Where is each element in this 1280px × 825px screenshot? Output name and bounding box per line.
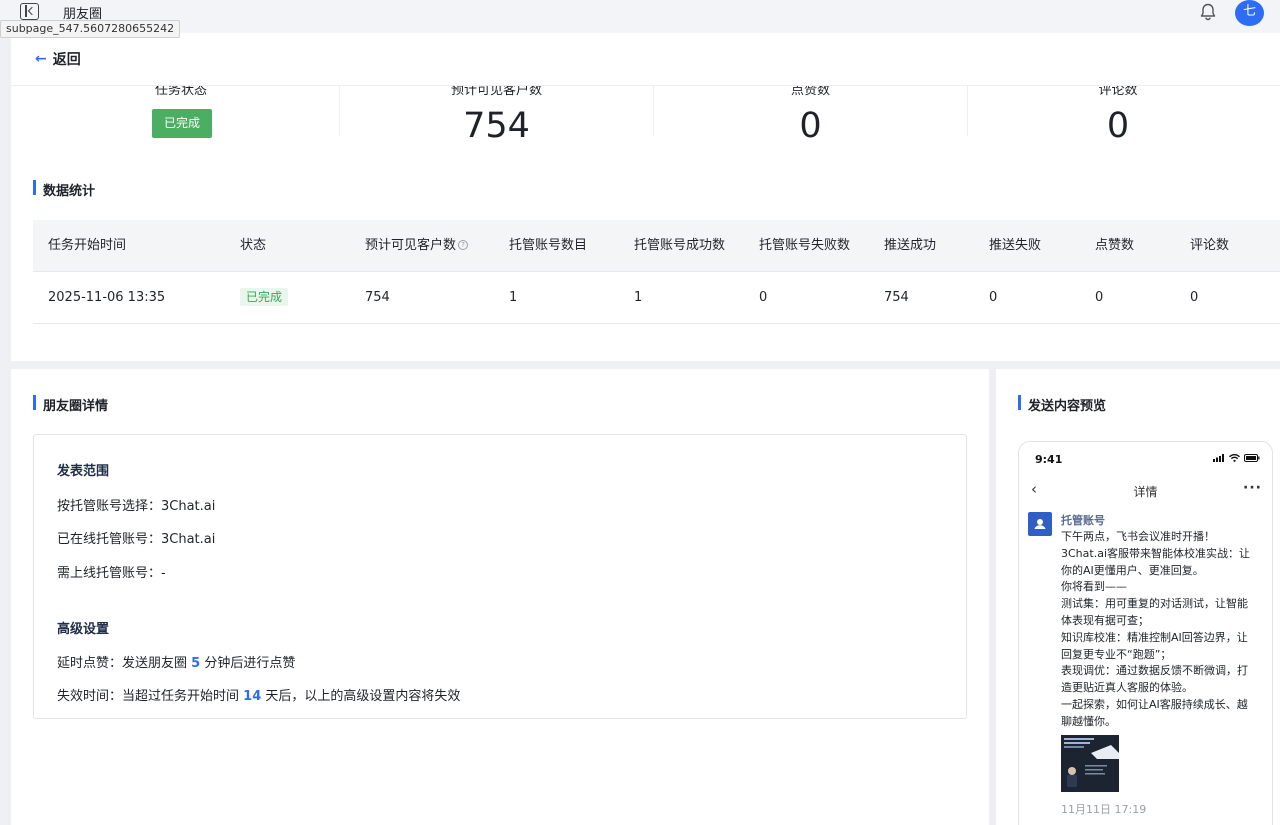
post-line: 回复更专业不“跑题”； (1061, 647, 1172, 661)
scope-by-account: 按托管账号选择：3Chat.ai (57, 499, 216, 514)
expire-suffix: 天后，以上的高级设置内容将失效 (265, 689, 461, 704)
phone-status-icons (1213, 454, 1260, 462)
column-header: 托管账号成功数 (634, 238, 726, 253)
table-cell: 1 (634, 290, 643, 305)
post-line: 一起探索，如何让AI客服持续成长、越 (1061, 697, 1248, 711)
delay-like-suffix: 分钟后进行点赞 (204, 656, 296, 671)
stat-value: 0 (799, 106, 822, 146)
back-label: 返回 (52, 52, 81, 68)
post-line: 造更贴近真人客服的体验。 (1061, 681, 1193, 695)
post-line: 体表现有据可查； (1061, 613, 1149, 627)
tooltip: subpage_547.5607280655242 (0, 20, 181, 38)
table-cell: 0 (1190, 290, 1199, 305)
advanced-settings-title: 高级设置 (57, 622, 110, 637)
column-header: 推送成功 (884, 238, 937, 253)
stat-value: 754 (463, 106, 530, 146)
post-line: 3Chat.ai客服带来智能体校准实战：让 (1061, 546, 1250, 560)
more-icon[interactable]: ··· (1243, 480, 1262, 496)
section-title-data-stats: 数据统计 (33, 180, 95, 199)
section-title-content-preview: 发送内容预览 (1018, 395, 1106, 414)
post-line: 测试集：用可重复的对话测试，让智能 (1061, 597, 1248, 611)
scope-title: 发表范围 (57, 464, 110, 479)
phone-nav-title: 详情 (1133, 485, 1158, 499)
user-avatar[interactable]: 七 (1235, 0, 1264, 26)
column-header: 预计可见客户数? (365, 220, 469, 272)
post-line: 你将看到—— (1061, 580, 1127, 594)
delay-like-setting: 延时点赞：发送朋友圈 5 分钟后进行点赞 (57, 652, 295, 671)
stat-label: 任务状态 (154, 86, 207, 98)
table-header: 任务开始时间 状态 预计可见客户数? 托管账号数目 托管账号成功数 托管账号失败… (33, 220, 1280, 272)
detail-box: 发表范围 按托管账号选择：3Chat.ai 已在线托管账号：3Chat.ai 需… (33, 434, 967, 719)
stat-likes: 点赞数 0 (654, 86, 967, 190)
summary-panel: ← 返回 任务状态 已完成 预计可见客户数 754 点赞数 0 评论数 0 数据… (11, 33, 1280, 361)
person-icon (1034, 519, 1046, 529)
table-row: 2025-11-06 13:35 已完成 754 1 1 0 754 0 0 0 (33, 272, 1280, 324)
top-bar: 朋友圈 七 (0, 0, 1280, 33)
help-icon[interactable]: ? (458, 240, 469, 250)
post-image-thumbnail (1061, 735, 1119, 792)
post-image[interactable] (1061, 735, 1119, 792)
delay-like-prefix: 延时点赞：发送朋友圈 (57, 656, 188, 671)
signal-icon (1213, 454, 1224, 462)
stat-comments: 评论数 0 (968, 86, 1268, 190)
stat-label: 评论数 (1098, 86, 1138, 98)
post-line: 知识库校准：精准控制AI回答边界，让 (1061, 630, 1248, 644)
post-line: 表现调优：通过数据反馈不断微调，打 (1061, 664, 1248, 678)
table-cell: 754 (884, 290, 909, 305)
wifi-icon (1229, 454, 1240, 462)
table-cell: 754 (365, 290, 390, 305)
sidebar-toggle-icon[interactable] (20, 3, 39, 20)
column-header: 托管账号失败数 (759, 238, 851, 253)
column-header: 评论数 (1190, 238, 1230, 253)
post-line: 下午两点，飞书会议准时开播！ (1061, 530, 1215, 543)
stat-label: 预计可见客户数 (450, 86, 542, 98)
bell-icon[interactable] (1198, 2, 1218, 22)
expire-prefix: 失效时间：当超过任务开始时间 (57, 689, 240, 704)
moments-detail-panel: 朋友圈详情 发表范围 按托管账号选择：3Chat.ai 已在线托管账号：3Cha… (11, 369, 989, 825)
status-badge: 已完成 (240, 288, 289, 306)
phone-clock: 9:41 (1035, 453, 1063, 466)
online-accounts: 已在线托管账号：3Chat.ai (57, 532, 216, 547)
expire-setting: 失效时间：当超过任务开始时间 14 天后，以上的高级设置内容将失效 (57, 685, 460, 704)
stats-row: 任务状态 已完成 预计可见客户数 754 点赞数 0 评论数 0 (23, 86, 1268, 190)
stat-value: 0 (1106, 106, 1130, 146)
stat-label: 点赞数 (790, 86, 830, 98)
phone-nav-bar: ‹ 详情 ··· (1019, 478, 1272, 504)
table-cell: 0 (759, 290, 768, 305)
post-body: 下午两点，飞书会议准时开播！ 3Chat.ai客服带来智能体校准实战：让 你的A… (1061, 529, 1251, 731)
post-author: 托管账号 (1061, 514, 1105, 527)
table-cell: 0 (1095, 290, 1104, 305)
need-online-accounts: 需上线托管账号：- (57, 566, 166, 581)
battery-icon (1244, 454, 1260, 462)
column-header: 推送失败 (989, 238, 1042, 253)
post-line: 你的AI更懂用户、更准回复。 (1061, 563, 1204, 577)
table-cell: 0 (989, 290, 998, 305)
section-title-moments-detail: 朋友圈详情 (33, 395, 108, 414)
delay-like-value: 5 (191, 656, 201, 671)
back-button[interactable]: ← 返回 (35, 49, 81, 69)
content-preview-panel: 发送内容预览 9:41 ‹ 详情 ··· 托管账号 下午两点，飞书会议准时开播！… (996, 369, 1280, 825)
avatar (1028, 512, 1052, 536)
expire-value: 14 (243, 689, 262, 704)
column-header-label: 预计可见客户数 (365, 238, 457, 253)
arrow-left-icon: ← (35, 51, 47, 67)
column-header: 状态 (240, 238, 267, 253)
phone-preview: 9:41 ‹ 详情 ··· 托管账号 下午两点，飞书会议准时开播！ 3Chat.… (1018, 441, 1273, 825)
stat-visible-customers: 预计可见客户数 754 (340, 86, 653, 190)
column-header: 托管账号数目 (509, 238, 588, 253)
table-cell: 已完成 (240, 272, 289, 324)
column-header: 点赞数 (1095, 238, 1135, 253)
post-time: 11月11日 17:19 (1061, 803, 1147, 816)
stat-task-status: 任务状态 已完成 (23, 86, 339, 190)
column-header: 任务开始时间 (48, 238, 127, 253)
status-badge: 已完成 (152, 109, 212, 138)
table-cell: 2025-11-06 13:35 (48, 290, 166, 305)
post-line: 聊越懂你。 (1061, 714, 1116, 728)
stats-table: 任务开始时间 状态 预计可见客户数? 托管账号数目 托管账号成功数 托管账号失败… (33, 220, 1280, 324)
table-cell: 1 (509, 290, 518, 305)
